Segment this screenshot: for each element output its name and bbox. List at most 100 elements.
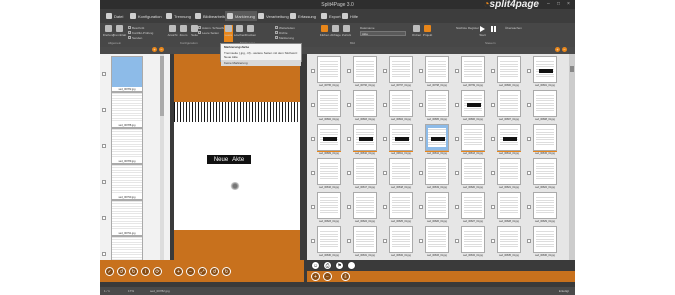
grid-checkbox[interactable] <box>311 205 315 209</box>
grid-page-cell[interactable]: sed_00821_01.jpg <box>491 158 521 191</box>
grid-page-cell[interactable]: sed_00799_01.jpg <box>455 56 485 89</box>
grid-page-cell[interactable]: sed_00807_01.jpg <box>491 90 521 123</box>
rotate-right-icon[interactable]: ↻ <box>222 267 231 276</box>
grid-thumbnail[interactable] <box>461 226 485 253</box>
filename-field[interactable]: Akte <box>360 31 406 36</box>
redo-icon[interactable]: ↻ <box>129 267 138 276</box>
checkbox[interactable] <box>198 26 201 29</box>
grid-page-cell[interactable]: sed_00819_01.jpg <box>419 158 449 191</box>
grid-thumbnail[interactable] <box>533 56 557 83</box>
grid-page-cell[interactable]: sed_00797_01.jpg <box>383 56 413 89</box>
download-icon[interactable]: ⇩ <box>341 272 350 281</box>
grid-thumbnail[interactable] <box>461 90 485 117</box>
checkbox[interactable] <box>128 26 131 29</box>
grid-page-cell[interactable]: sed_00826_01.jpg <box>419 192 449 225</box>
checkbox[interactable] <box>128 36 131 39</box>
grid-checkbox[interactable] <box>311 137 315 141</box>
minimize-button[interactable]: – <box>547 2 552 7</box>
grid-thumbnail[interactable] <box>461 192 485 219</box>
grid-thumbnail[interactable] <box>389 158 413 185</box>
grid-thumbnail[interactable] <box>317 56 341 83</box>
checkbox[interactable] <box>275 36 278 39</box>
grid-zoom-in-icon[interactable]: + <box>555 47 560 52</box>
info-icon[interactable]: i <box>141 267 150 276</box>
grid-page-cell[interactable]: sed_00834_01.jpg <box>455 226 485 259</box>
tab-hilfe[interactable]: Hilfe <box>340 11 360 21</box>
grid-page-cell[interactable]: sed_00803_01.jpg <box>347 90 377 123</box>
grid-thumbnail[interactable] <box>497 124 521 151</box>
page-thumbnail[interactable]: sed_00789.jpg <box>111 128 143 164</box>
grid-checkbox[interactable] <box>491 103 495 107</box>
grid-page-cell[interactable]: sed_00822_01.jpg <box>527 158 557 191</box>
grid-page-cell[interactable]: sed_00814_01.jpg <box>491 124 521 157</box>
thumb-checkbox[interactable] <box>102 144 106 148</box>
grid-page-cell[interactable]: sed_00804_01.jpg <box>383 90 413 123</box>
grid-page-cell[interactable]: sed_00830_01.jpg <box>311 226 341 259</box>
grid-page-cell[interactable]: sed_00810_01.jpg <box>347 124 377 157</box>
grid-checkbox[interactable] <box>347 69 351 73</box>
scroll-thumb[interactable] <box>160 56 164 116</box>
grid-checkbox[interactable] <box>383 205 387 209</box>
grid-page-cell[interactable]: sed_00795_01.jpg <box>311 56 341 89</box>
undo-icon[interactable]: ↺ <box>117 267 126 276</box>
maximize-button[interactable]: □ <box>557 2 562 7</box>
grid-checkbox[interactable] <box>491 239 495 243</box>
grid-thumbnail[interactable] <box>425 90 449 117</box>
grid-thumbnail[interactable] <box>317 124 341 151</box>
grid-checkbox[interactable] <box>419 137 423 141</box>
grid-checkbox[interactable] <box>383 103 387 107</box>
tab-erfassung[interactable]: Erfassung <box>288 11 318 21</box>
grid-thumbnail[interactable] <box>425 192 449 219</box>
grid-page-cell[interactable]: sed_00824_01.jpg <box>347 192 377 225</box>
add-icon[interactable]: + <box>311 272 320 281</box>
grid-thumbnail[interactable] <box>497 226 521 253</box>
grid-thumbnail[interactable] <box>533 158 557 185</box>
grid-thumbnail[interactable] <box>317 226 341 253</box>
grid-page-cell[interactable]: sed_00811_01.jpg <box>383 124 413 157</box>
grid-page-cell[interactable]: sed_00802_01.jpg <box>311 90 341 123</box>
tab-trennung[interactable]: Trennung <box>164 11 193 21</box>
list-item[interactable]: sed_00789.jpg <box>102 128 157 164</box>
grid-thumbnail[interactable] <box>461 158 485 185</box>
grid-checkbox[interactable] <box>419 69 423 73</box>
grid-checkbox[interactable] <box>491 69 495 73</box>
grid-checkbox[interactable] <box>383 69 387 73</box>
grid-page-cell[interactable]: sed_00835_01.jpg <box>491 226 521 259</box>
grid-thumbnail[interactable] <box>533 226 557 253</box>
grid-checkbox[interactable] <box>383 239 387 243</box>
grid-page-cell[interactable]: sed_00820_01.jpg <box>455 158 485 191</box>
checkbox[interactable] <box>198 31 201 34</box>
grid-thumbnail[interactable] <box>353 226 377 253</box>
grid-thumbnail[interactable] <box>497 158 521 185</box>
grid-page-cell[interactable]: sed_00808_01.jpg <box>527 90 557 123</box>
grid-checkbox[interactable] <box>527 69 531 73</box>
grid-page-cell[interactable]: sed_00831_01.jpg <box>347 226 377 259</box>
grid-page-cell[interactable]: sed_00832_01.jpg <box>383 226 413 259</box>
grid-thumbnail[interactable] <box>389 124 413 151</box>
grid-thumbnail[interactable] <box>389 226 413 253</box>
grid-thumbnail[interactable] <box>461 124 485 151</box>
scroll-thumb[interactable] <box>570 66 574 72</box>
person-icon[interactable]: ☺ <box>311 261 320 270</box>
grid-checkbox[interactable] <box>455 69 459 73</box>
grid-thumbnail[interactable] <box>317 192 341 219</box>
grid-checkbox[interactable] <box>311 171 315 175</box>
thumb-checkbox[interactable] <box>102 216 106 220</box>
grid-thumbnail[interactable] <box>533 124 557 151</box>
grid-thumbnail[interactable] <box>497 192 521 219</box>
grid-thumbnail[interactable] <box>389 90 413 117</box>
grid-page-cell[interactable]: sed_00796_01.jpg <box>347 56 377 89</box>
grid-thumbnail[interactable] <box>353 158 377 185</box>
grid-thumbnail[interactable] <box>425 56 449 83</box>
grid-checkbox[interactable] <box>347 103 351 107</box>
remove-icon[interactable]: − <box>323 272 332 281</box>
grid-thumbnail[interactable] <box>425 226 449 253</box>
rotate-left-icon[interactable]: ↺ <box>210 267 219 276</box>
zoom-out-tool-icon[interactable]: − <box>186 267 195 276</box>
grid-checkbox[interactable] <box>455 205 459 209</box>
grid-page-cell[interactable]: sed_00798_01.jpg <box>419 56 449 89</box>
thumb-checkbox[interactable]: ✓ <box>102 180 106 184</box>
grid-page-cell[interactable]: sed_00809_01.jpg <box>311 124 341 157</box>
grid-page-cell[interactable]: sed_00812_01.jpg <box>419 124 449 157</box>
grid-zoom-out-icon[interactable]: − <box>562 47 567 52</box>
